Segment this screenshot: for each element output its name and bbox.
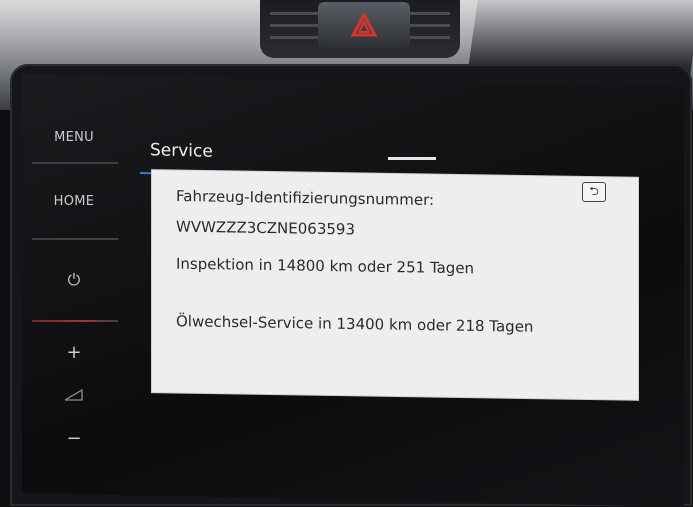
side-nav: MENU HOME ⏻ + −: [28, 110, 128, 470]
hazard-button[interactable]: [318, 2, 410, 48]
vin-value: WVWZZZ3CZNE063593: [176, 217, 356, 239]
minus-icon[interactable]: −: [28, 428, 120, 449]
divider: [32, 238, 118, 240]
volume-wedge-icon[interactable]: [28, 386, 120, 405]
power-icon[interactable]: ⏻: [28, 270, 120, 290]
drag-handle[interactable]: [388, 157, 436, 160]
divider: [32, 320, 118, 322]
hazard-triangle-icon: [351, 13, 377, 37]
menu-button[interactable]: MENU: [28, 130, 120, 145]
back-arrow-icon: ⮌: [589, 183, 599, 198]
page-title: Service: [150, 140, 213, 162]
divider: [32, 162, 118, 164]
back-button[interactable]: ⮌: [582, 182, 606, 202]
plus-icon[interactable]: +: [28, 342, 120, 363]
home-button[interactable]: HOME: [28, 194, 120, 209]
